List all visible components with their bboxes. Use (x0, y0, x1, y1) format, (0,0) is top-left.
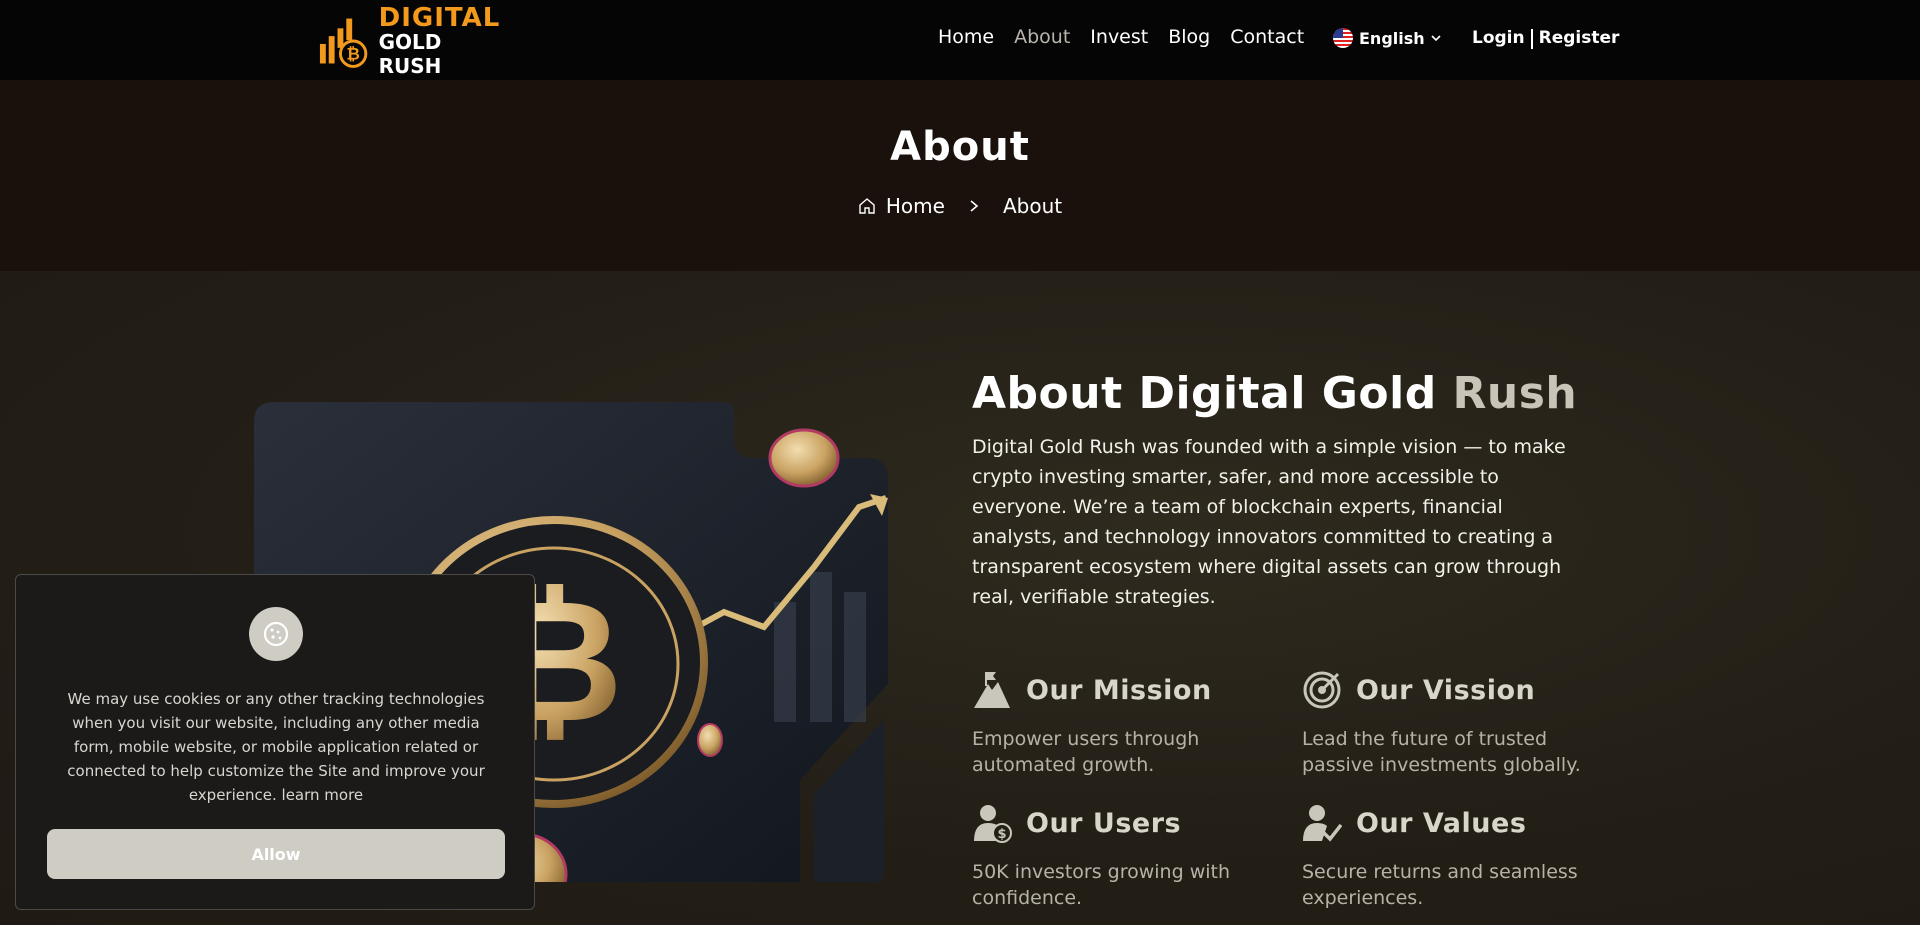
chevron-down-icon (1431, 35, 1441, 42)
feature-vision: Our Vission Lead the future of trusted p… (1302, 668, 1622, 778)
about-heading: About Digital Gold Rush (972, 368, 1577, 419)
user-dollar-icon: $ (974, 805, 1012, 843)
us-flag-icon (1333, 28, 1353, 48)
target-icon (1303, 671, 1341, 709)
feature-text: Lead the future of trusted passive inves… (1302, 728, 1581, 776)
logo-line-2: GOLD RUSH (378, 30, 442, 78)
learn-more-link[interactable]: learn more (282, 786, 364, 804)
language-label: English (1359, 28, 1425, 48)
feature-mission: Our Mission Empower users through automa… (972, 668, 1292, 778)
breadcrumb-home[interactable]: Home (886, 194, 945, 218)
top-navbar: ₿ DIGITAL GOLD RUSH Home About Invest Bl… (0, 0, 1920, 80)
about-description: Digital Gold Rush was founded with a sim… (972, 436, 1566, 608)
mountain-flag-icon (974, 672, 1010, 708)
logo-icon: ₿ (319, 18, 368, 68)
language-selector[interactable]: English (1333, 28, 1441, 48)
svg-text:$: $ (997, 827, 1006, 842)
login-link[interactable]: Login (1472, 28, 1525, 49)
breadcrumb: Home About (0, 194, 1920, 218)
feature-users: $ Our Users 50K investors growing with c… (972, 801, 1292, 911)
cookie-message: We may use cookies or any other tracking… (54, 687, 498, 807)
register-link[interactable]: Register (1539, 28, 1620, 49)
cookie-text: We may use cookies or any other tracking… (67, 690, 485, 804)
nav-about[interactable]: About (1014, 26, 1070, 48)
page-title: About (890, 124, 1030, 170)
breadcrumb-current: About (1002, 194, 1063, 218)
main-nav: Home About Invest Blog Contact (938, 26, 1304, 48)
feature-title: Our Values (1356, 807, 1527, 839)
feature-title: Our Mission (1026, 674, 1212, 706)
feature-values: Our Values Secure returns and seamless e… (1302, 801, 1622, 911)
feature-title: Our Vission (1356, 674, 1536, 706)
feature-text: Secure returns and seamless experiences. (1302, 861, 1578, 909)
nav-contact[interactable]: Contact (1230, 26, 1304, 48)
svg-text:₿: ₿ (346, 45, 360, 64)
logo-line-1: DIGITAL (378, 3, 501, 33)
about-heading-main: About Digital Gold (972, 368, 1437, 419)
auth-divider (1530, 29, 1533, 49)
home-icon (859, 198, 875, 214)
nav-invest[interactable]: Invest (1090, 26, 1148, 48)
feature-text: Empower users through automated growth. (972, 728, 1200, 776)
allow-cookies-button[interactable]: Allow (47, 829, 505, 879)
about-heading-accent: Rush (1452, 368, 1578, 419)
nav-home[interactable]: Home (938, 26, 994, 48)
user-check-icon (1303, 805, 1342, 842)
auth-links: Login Register (1472, 28, 1619, 49)
cookie-consent-popup: We may use cookies or any other tracking… (15, 574, 535, 910)
site-logo[interactable]: ₿ DIGITAL GOLD RUSH (318, 5, 508, 78)
cookie-icon (249, 607, 303, 661)
page-banner: About Home About (0, 80, 1920, 271)
chevron-right-icon (970, 200, 979, 212)
feature-title: Our Users (1026, 807, 1182, 839)
feature-text: 50K investors growing with confidence. (972, 861, 1231, 909)
nav-blog[interactable]: Blog (1168, 26, 1210, 48)
